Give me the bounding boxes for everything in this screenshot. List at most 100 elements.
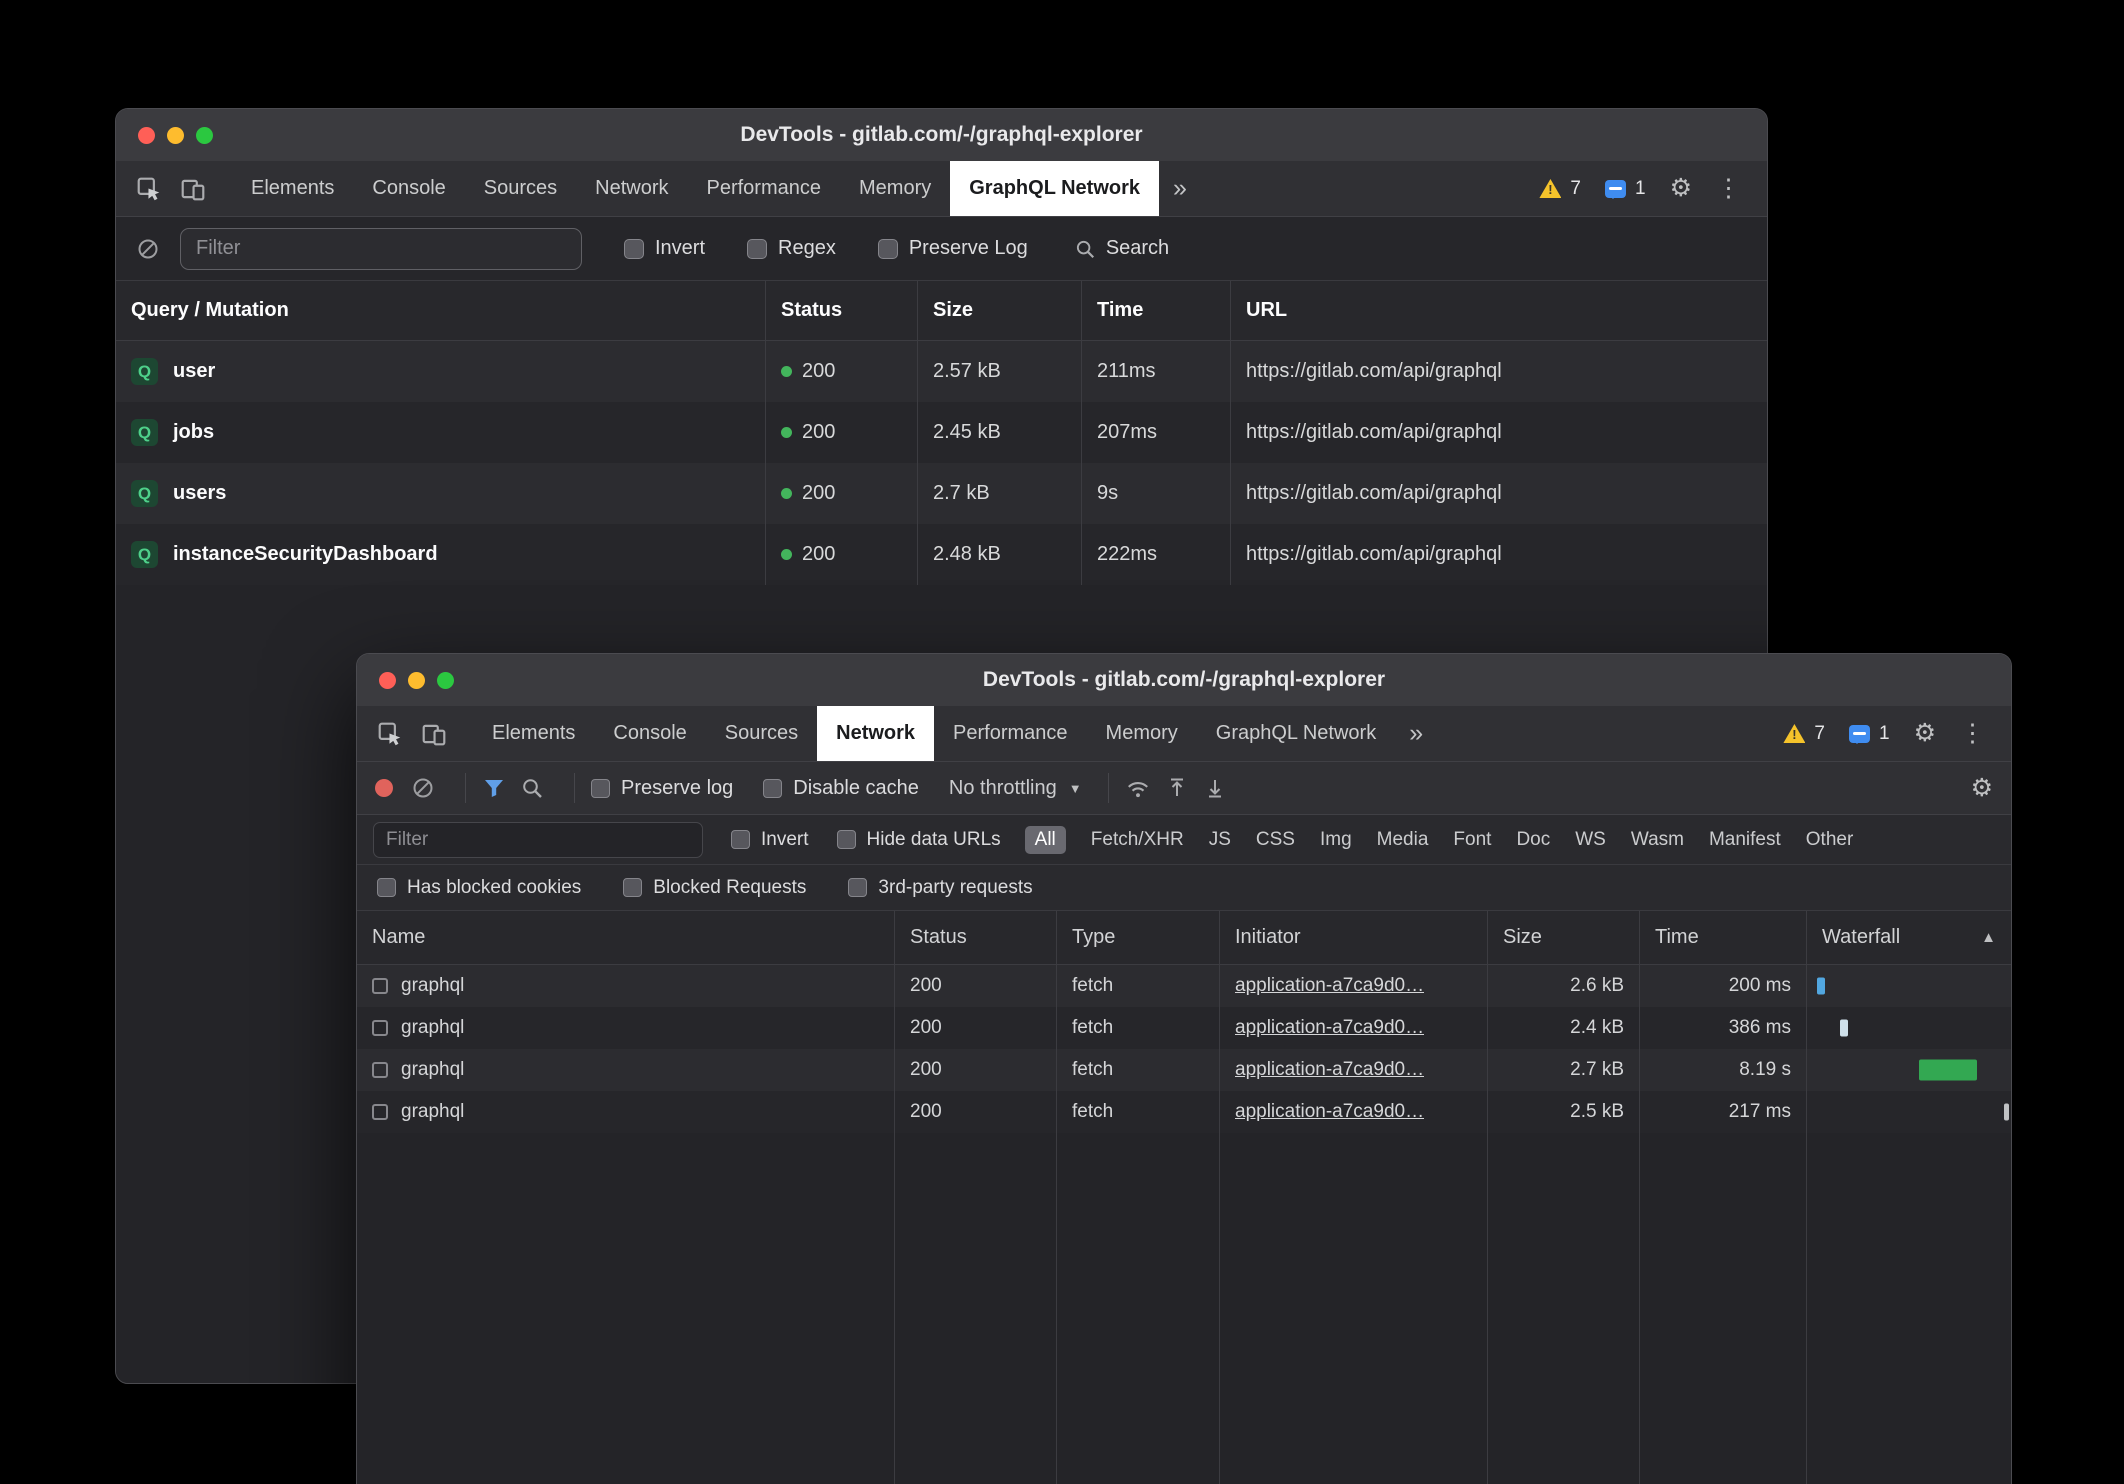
- block-icon[interactable]: [136, 237, 160, 261]
- third-party-requests-checkbox[interactable]: 3rd-party requests: [848, 877, 1032, 899]
- chip-fetch-xhr[interactable]: Fetch/XHR: [1091, 829, 1184, 851]
- column-header-time[interactable]: Time: [1082, 281, 1231, 340]
- initiator-link[interactable]: application-a7ca9d0…: [1235, 1017, 1424, 1039]
- query-row[interactable]: Qjobs 200 2.45 kB 207ms https://gitlab.c…: [116, 402, 1767, 463]
- preserve-log-checkbox[interactable]: Preserve log: [591, 777, 733, 800]
- initiator-link[interactable]: application-a7ca9d0…: [1235, 1101, 1424, 1123]
- search-button[interactable]: Search: [1074, 237, 1169, 260]
- chip-css[interactable]: CSS: [1256, 829, 1295, 851]
- warnings-badge[interactable]: ! 7: [1539, 178, 1581, 200]
- column-header-status[interactable]: Status: [895, 911, 1057, 964]
- tab-graphql-network[interactable]: GraphQL Network: [950, 161, 1159, 216]
- chip-wasm[interactable]: Wasm: [1631, 829, 1684, 851]
- inspect-element-icon[interactable]: [377, 721, 403, 747]
- column-header-size[interactable]: Size: [918, 281, 1082, 340]
- chip-other[interactable]: Other: [1806, 829, 1854, 851]
- invert-checkbox[interactable]: Invert: [624, 237, 705, 260]
- tab-network[interactable]: Network: [576, 161, 687, 216]
- filter-input[interactable]: [180, 228, 582, 270]
- regex-checkbox[interactable]: Regex: [747, 237, 836, 260]
- settings-gear-icon[interactable]: ⚙: [1670, 176, 1692, 201]
- tab-console[interactable]: Console: [594, 706, 705, 761]
- chip-js[interactable]: JS: [1209, 829, 1231, 851]
- filter-funnel-icon[interactable]: [482, 776, 506, 800]
- device-toolbar-icon[interactable]: [180, 176, 206, 202]
- network-conditions-icon[interactable]: [1125, 775, 1151, 801]
- tab-sources[interactable]: Sources: [706, 706, 817, 761]
- filter-input[interactable]: [373, 822, 703, 858]
- import-har-icon[interactable]: [1165, 776, 1189, 800]
- network-settings-gear-icon[interactable]: ⚙: [1971, 776, 1993, 801]
- sort-ascending-icon[interactable]: ▲: [1981, 929, 1996, 946]
- zoom-button[interactable]: [196, 127, 213, 144]
- column-header-name[interactable]: Name: [357, 911, 895, 964]
- minimize-button[interactable]: [408, 672, 425, 689]
- request-row[interactable]: graphql 200 fetch application-a7ca9d0… 2…: [357, 1091, 2011, 1133]
- titlebar[interactable]: DevTools - gitlab.com/-/graphql-explorer: [357, 654, 2011, 706]
- initiator-link[interactable]: application-a7ca9d0…: [1235, 1059, 1424, 1081]
- clear-icon[interactable]: [411, 776, 435, 800]
- row-checkbox[interactable]: [372, 978, 388, 994]
- chip-doc[interactable]: Doc: [1516, 829, 1550, 851]
- tab-performance[interactable]: Performance: [934, 706, 1087, 761]
- chip-media[interactable]: Media: [1377, 829, 1429, 851]
- invert-checkbox[interactable]: Invert: [731, 829, 809, 851]
- chip-ws[interactable]: WS: [1575, 829, 1606, 851]
- record-button[interactable]: [375, 779, 393, 797]
- chip-img[interactable]: Img: [1320, 829, 1352, 851]
- column-header-waterfall[interactable]: Waterfall ▲: [1807, 911, 2011, 964]
- tab-elements[interactable]: Elements: [473, 706, 594, 761]
- column-header-size[interactable]: Size: [1488, 911, 1640, 964]
- column-header-query[interactable]: Query / Mutation: [116, 281, 766, 340]
- minimize-button[interactable]: [167, 127, 184, 144]
- titlebar[interactable]: DevTools - gitlab.com/-/graphql-explorer: [116, 109, 1767, 161]
- has-blocked-cookies-checkbox[interactable]: Has blocked cookies: [377, 877, 581, 899]
- blocked-requests-checkbox[interactable]: Blocked Requests: [623, 877, 806, 899]
- tab-performance[interactable]: Performance: [688, 161, 841, 216]
- column-header-type[interactable]: Type: [1057, 911, 1220, 964]
- row-checkbox[interactable]: [372, 1062, 388, 1078]
- export-har-icon[interactable]: [1203, 776, 1227, 800]
- request-row[interactable]: graphql 200 fetch application-a7ca9d0… 2…: [357, 1007, 2011, 1049]
- request-row[interactable]: graphql 200 fetch application-a7ca9d0… 2…: [357, 965, 2011, 1007]
- close-button[interactable]: [138, 127, 155, 144]
- row-checkbox[interactable]: [372, 1104, 388, 1120]
- kebab-menu-icon[interactable]: ⋮: [1960, 721, 1985, 746]
- chip-all[interactable]: All: [1025, 826, 1066, 854]
- tab-console[interactable]: Console: [353, 161, 464, 216]
- zoom-button[interactable]: [437, 672, 454, 689]
- warnings-badge[interactable]: ! 7: [1783, 723, 1825, 745]
- tab-graphql-network[interactable]: GraphQL Network: [1197, 706, 1395, 761]
- tab-network[interactable]: Network: [817, 706, 934, 761]
- query-row[interactable]: Quser 200 2.57 kB 211ms https://gitlab.c…: [116, 341, 1767, 402]
- tab-memory[interactable]: Memory: [1087, 706, 1197, 761]
- column-header-status[interactable]: Status: [766, 281, 918, 340]
- column-header-initiator[interactable]: Initiator: [1220, 911, 1488, 964]
- close-button[interactable]: [379, 672, 396, 689]
- throttling-select[interactable]: No throttling ▼: [949, 777, 1082, 800]
- more-tabs-icon[interactable]: »: [1395, 706, 1437, 761]
- tab-sources[interactable]: Sources: [465, 161, 576, 216]
- settings-gear-icon[interactable]: ⚙: [1914, 721, 1936, 746]
- search-icon[interactable]: [520, 776, 544, 800]
- disable-cache-checkbox[interactable]: Disable cache: [763, 777, 919, 800]
- more-tabs-icon[interactable]: »: [1159, 161, 1201, 216]
- messages-badge[interactable]: 1: [1849, 723, 1890, 745]
- chip-manifest[interactable]: Manifest: [1709, 829, 1781, 851]
- inspect-element-icon[interactable]: [136, 176, 162, 202]
- request-row[interactable]: graphql 200 fetch application-a7ca9d0… 2…: [357, 1049, 2011, 1091]
- messages-badge[interactable]: 1: [1605, 178, 1646, 200]
- device-toolbar-icon[interactable]: [421, 721, 447, 747]
- query-row[interactable]: QinstanceSecurityDashboard 200 2.48 kB 2…: [116, 524, 1767, 585]
- column-header-time[interactable]: Time: [1640, 911, 1807, 964]
- tab-elements[interactable]: Elements: [232, 161, 353, 216]
- hide-data-urls-checkbox[interactable]: Hide data URLs: [837, 829, 1001, 851]
- tab-memory[interactable]: Memory: [840, 161, 950, 216]
- query-row[interactable]: Qusers 200 2.7 kB 9s https://gitlab.com/…: [116, 463, 1767, 524]
- row-checkbox[interactable]: [372, 1020, 388, 1036]
- kebab-menu-icon[interactable]: ⋮: [1716, 176, 1741, 201]
- chip-font[interactable]: Font: [1453, 829, 1491, 851]
- preserve-log-checkbox[interactable]: Preserve Log: [878, 237, 1028, 260]
- initiator-link[interactable]: application-a7ca9d0…: [1235, 975, 1424, 997]
- column-header-url[interactable]: URL: [1231, 281, 1767, 340]
